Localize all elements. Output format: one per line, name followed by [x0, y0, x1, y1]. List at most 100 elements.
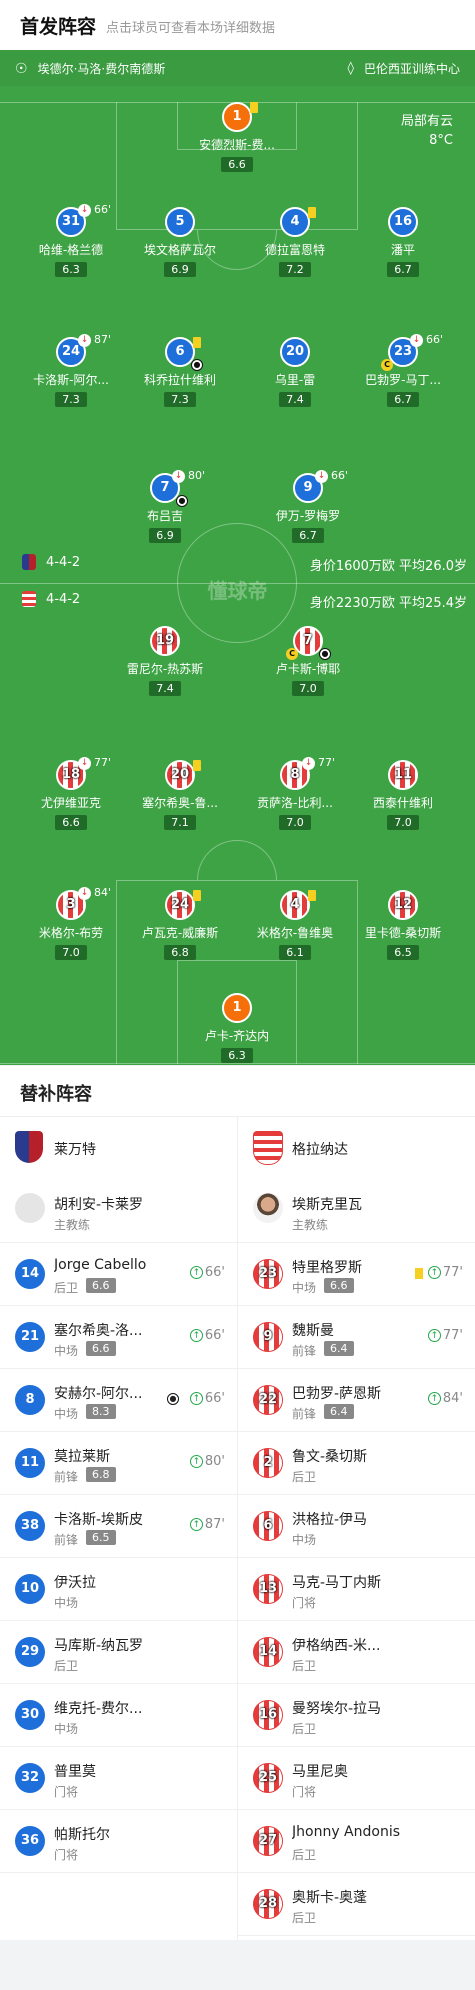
player-number: 1 — [222, 102, 252, 132]
goal-ball-icon: ● — [191, 359, 203, 371]
left-sub-row[interactable]: 36 帕斯托尔 门将 — [0, 1810, 237, 1873]
away-player-3[interactable]: 3 米格尔-布劳 7.0 ↓ 84' — [16, 886, 126, 960]
right-sub-row[interactable]: 14 伊格纳西-米... 后卫 — [238, 1621, 475, 1684]
home-player-4[interactable]: 4 德拉富恩特 7.2 — [240, 207, 350, 277]
left-sub-row[interactable]: 21 塞尔希奥-洛... 中场 6.6 ↑ 66' — [0, 1306, 237, 1369]
right-sub-row[interactable]: 16 曼努埃尔-拉马 后卫 — [238, 1684, 475, 1747]
right-sub-row[interactable]: 25 马里尼奥 门将 — [238, 1747, 475, 1810]
sub-in-icon: ↑ — [189, 1329, 203, 1342]
away-team-row[interactable]: 格拉纳达 — [238, 1117, 475, 1180]
player-rating: 6.8 — [164, 945, 196, 960]
sub-out-icon: ↓ — [78, 204, 91, 217]
home-formation-row: 4-4-2 — [22, 554, 80, 570]
player-rating: 6.1 — [279, 945, 311, 960]
player-rating: 7.4 — [149, 681, 181, 696]
sub-number: 21 — [15, 1322, 45, 1352]
sub-in-minute: 66' — [204, 1328, 225, 1343]
right-sub-row[interactable]: 13 马克-马丁内斯 门将 — [238, 1558, 475, 1621]
player-rating: 7.0 — [55, 945, 87, 960]
right-sub-row[interactable]: 23 特里格罗斯 中场 6.6 ↑ 77' — [238, 1243, 475, 1306]
away-coach-row[interactable]: 埃斯克里瓦 主教练 — [238, 1180, 475, 1243]
player-number: 20 — [165, 760, 195, 790]
right-sub-row[interactable]: 9 魏斯曼 前锋 6.4 ↑ 77' — [238, 1306, 475, 1369]
sub-position: 中场 — [54, 1407, 79, 1421]
home-player-7[interactable]: 7 布吕吉 6.9 ↓ 80' ● — [110, 469, 220, 543]
player-name: 卢卡斯-博耶 — [275, 662, 341, 676]
away-player-20[interactable]: 20 塞尔希奥-鲁... 7.1 — [125, 760, 235, 830]
home-player-31[interactable]: 31 哈维-格兰德 6.3 ↓ 66' — [16, 203, 126, 277]
away-player-4[interactable]: 4 米格尔-鲁维奥 6.1 — [240, 890, 350, 960]
left-sub-row[interactable]: 11 莫拉莱斯 前锋 6.8 ↑ 80' — [0, 1432, 237, 1495]
home-player-5[interactable]: 5 埃文格萨瓦尔 6.9 — [125, 207, 235, 277]
sub-number: 36 — [15, 1826, 45, 1856]
away-player-19[interactable]: 19 雷尼尔-热苏斯 7.4 — [110, 626, 220, 696]
away-player-11[interactable]: 11 西泰什维利 7.0 — [348, 760, 458, 830]
away-player-8[interactable]: 8 贡萨洛-比利... 7.0 ↓ 77' — [240, 756, 350, 830]
sub-in-minute: 66' — [204, 1391, 225, 1406]
right-sub-row[interactable]: 2 鲁文-桑切斯 后卫 — [238, 1432, 475, 1495]
player-rating: 7.0 — [279, 815, 311, 830]
right-sub-row[interactable]: 28 奥斯卡-奥蓬 后卫 — [238, 1873, 475, 1936]
coach-label: 主教练 — [292, 1218, 329, 1232]
player-rating: 6.7 — [387, 262, 419, 277]
left-sub-row[interactable]: 14 Jorge Cabello 后卫 6.6 ↑ 66' — [0, 1243, 237, 1306]
sub-position: 后卫 — [292, 1848, 317, 1862]
sub-number: 14 — [253, 1637, 283, 1667]
player-rating: 7.3 — [55, 392, 87, 407]
sub-number: 13 — [253, 1574, 283, 1604]
left-sub-row[interactable]: 29 马库斯-纳瓦罗 后卫 — [0, 1621, 237, 1684]
home-player-9[interactable]: 9 伊万-罗梅罗 6.7 ↓ 66' — [253, 469, 363, 543]
home-player-1[interactable]: 1 安德烈斯-费... 6.6 — [182, 102, 292, 172]
home-team-logo-icon — [22, 554, 36, 570]
sub-out-icon: ↓ — [315, 470, 328, 483]
right-sub-row[interactable]: 27 Jhonny Andonis 后卫 — [238, 1810, 475, 1873]
sub-number: 6 — [253, 1511, 283, 1541]
sub-position: 中场 — [54, 1344, 79, 1358]
left-sub-row[interactable]: 30 维克托-费尔... 中场 — [0, 1684, 237, 1747]
sub-name: 卡洛斯-埃斯皮 — [54, 1512, 144, 1528]
sub-in-time: ↑ 66' — [189, 1391, 225, 1406]
sub-in-time: ↑ 80' — [189, 1454, 225, 1469]
sub-rating: 6.8 — [86, 1467, 116, 1482]
player-name: 雷尼尔-热苏斯 — [126, 662, 204, 676]
left-sub-row[interactable]: 10 伊沃拉 中场 — [0, 1558, 237, 1621]
home-player-6[interactable]: 6 科乔拉什维利 7.3 ● — [125, 337, 235, 407]
left-sub-row[interactable]: 38 卡洛斯-埃斯皮 前锋 6.5 ↑ 87' — [0, 1495, 237, 1558]
sub-minute: 77' — [94, 756, 112, 769]
away-player-24[interactable]: 24 卢瓦克-威廉斯 6.8 — [125, 890, 235, 960]
home-player-20[interactable]: 20 乌里-雷 7.4 — [240, 337, 350, 407]
home-coach-row[interactable]: 胡利安-卡莱罗 主教练 — [0, 1180, 237, 1243]
home-player-16[interactable]: 16 潘平 6.7 — [348, 207, 458, 277]
player-rating: 7.0 — [387, 815, 419, 830]
coach-avatar-icon — [15, 1193, 45, 1223]
sub-out-icon: ↓ — [172, 470, 185, 483]
away-player-1[interactable]: 1 卢卡-齐达内 6.3 — [182, 993, 292, 1063]
left-sub-row[interactable]: 8 安赫尔-阿尔... 中场 8.3 ↑ 66' ● — [0, 1369, 237, 1432]
away-value: 身价2230万欧 平均25.4岁 — [309, 596, 467, 611]
player-name: 安德烈斯-费... — [199, 138, 275, 152]
player-name: 西泰什维利 — [372, 796, 433, 810]
yellow-card-icon — [308, 207, 316, 218]
sub-minute: 87' — [94, 333, 112, 346]
sub-number: 2 — [253, 1448, 283, 1478]
goal-ball-icon: ● — [167, 1393, 179, 1405]
away-player-18[interactable]: 18 尤伊维亚克 6.6 ↓ 77' — [16, 756, 126, 830]
sub-name: 特里格罗斯 — [292, 1260, 362, 1276]
player-name: 伊万-罗梅罗 — [275, 509, 341, 523]
player-name: 米格尔-布劳 — [38, 926, 104, 940]
player-name: 里卡德-桑切斯 — [364, 926, 442, 940]
subs-title: 替补阵容 — [20, 1084, 92, 1105]
weather-temp: 8°C — [429, 133, 453, 148]
right-sub-row[interactable]: 22 巴勃罗-萨恩斯 前锋 6.4 ↑ 84' — [238, 1369, 475, 1432]
away-player-7[interactable]: 7 卢卡斯-博耶 7.0 C ● — [253, 626, 363, 696]
home-team-row[interactable]: 莱万特 — [0, 1117, 237, 1180]
sub-name: 洪格拉-伊马 — [292, 1512, 368, 1528]
home-player-23[interactable]: 23 巴勃罗-马丁... 6.7 ↓ 66' C — [348, 333, 458, 407]
right-sub-row[interactable]: 6 洪格拉-伊马 中场 — [238, 1495, 475, 1558]
away-player-12[interactable]: 12 里卡德-桑切斯 6.5 — [348, 890, 458, 960]
player-rating: 6.5 — [387, 945, 419, 960]
sub-name: 普里莫 — [54, 1764, 96, 1780]
weather-desc: 局部有云 — [400, 114, 453, 129]
left-sub-row[interactable]: 32 普里莫 门将 — [0, 1747, 237, 1810]
home-player-24[interactable]: 24 卡洛斯-阿尔... 7.3 ↓ 87' — [16, 333, 126, 407]
